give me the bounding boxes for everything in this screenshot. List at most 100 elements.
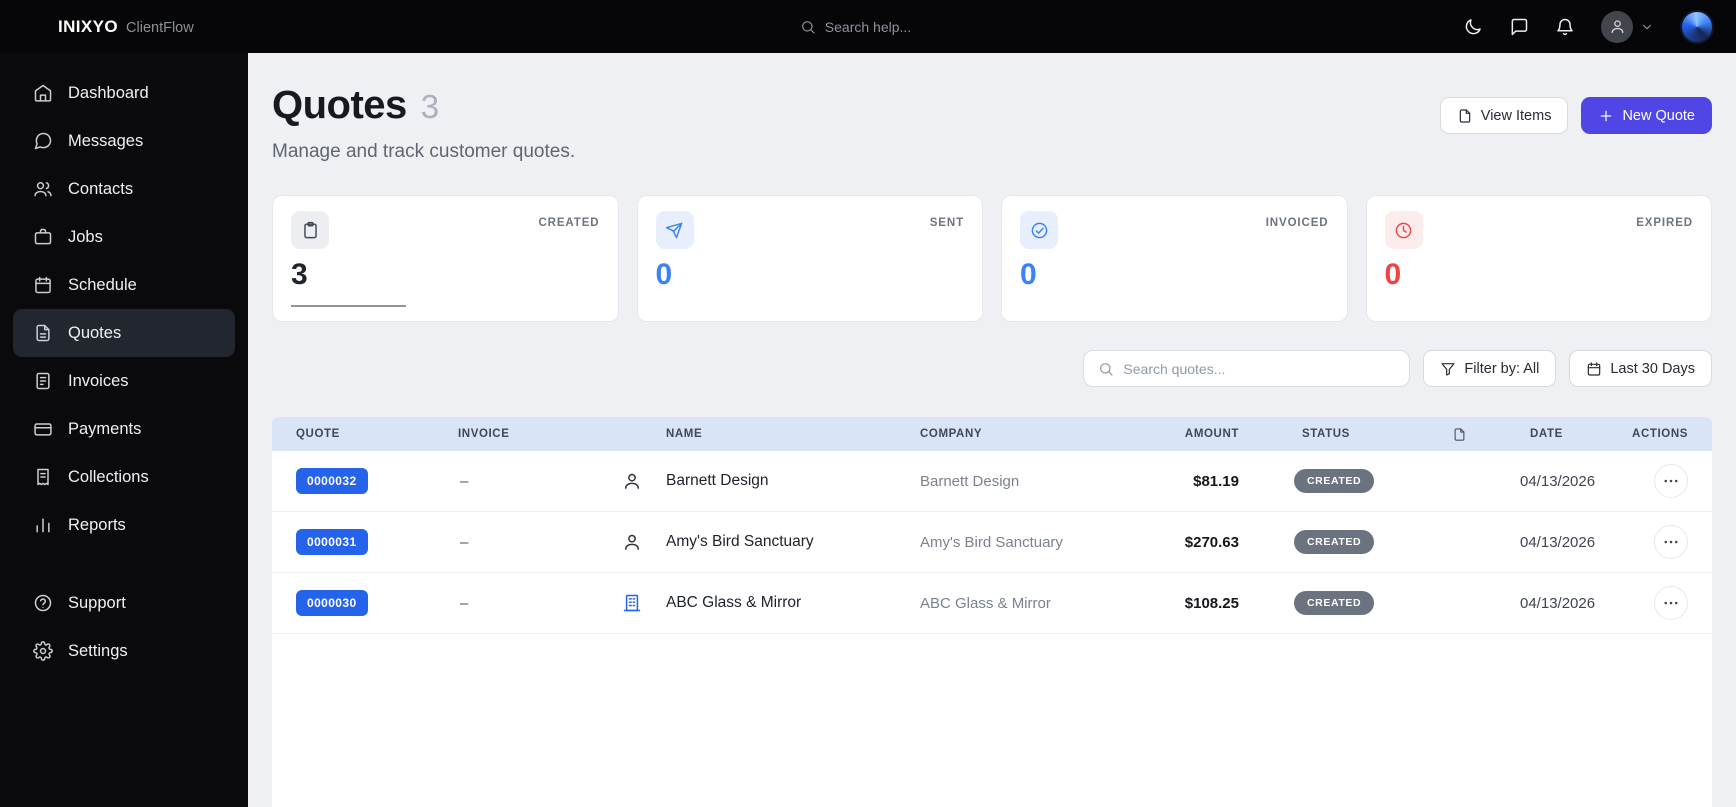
quote-date: 04/13/2026 bbox=[1520, 533, 1596, 551]
row-actions-button[interactable] bbox=[1654, 525, 1688, 559]
col-header-company[interactable]: COMPANY bbox=[914, 428, 1134, 440]
help-search[interactable]: Search help... bbox=[248, 19, 1463, 35]
home-icon bbox=[33, 83, 53, 103]
file-icon bbox=[1457, 108, 1473, 124]
filter-by-label: Filter by: All bbox=[1464, 360, 1540, 377]
quote-number-badge[interactable]: 0000031 bbox=[296, 529, 368, 555]
table-row[interactable]: 0000032 – Barnett Design Barnett Design … bbox=[272, 451, 1712, 512]
quotes-table: QUOTE INVOICE NAME COMPANY AMOUNT STATUS… bbox=[272, 417, 1712, 807]
document-icon bbox=[33, 323, 53, 343]
col-header-name[interactable]: NAME bbox=[660, 428, 914, 440]
sidebar-item-jobs[interactable]: Jobs bbox=[13, 213, 235, 261]
filter-bar: Filter by: All Last 30 Days bbox=[272, 350, 1712, 387]
invoice-cell: – bbox=[460, 533, 469, 551]
stat-card-sent[interactable]: SENT 0 bbox=[636, 195, 983, 322]
page-title-text: Quotes bbox=[272, 83, 407, 127]
date-range-label: Last 30 Days bbox=[1610, 360, 1695, 377]
filter-by-button[interactable]: Filter by: All bbox=[1423, 350, 1557, 387]
sidebar-item-label: Jobs bbox=[68, 227, 103, 246]
chat-bubble-icon bbox=[33, 131, 53, 151]
sidebar-item-label: Invoices bbox=[68, 371, 129, 390]
calendar-icon bbox=[33, 275, 53, 295]
date-range-button[interactable]: Last 30 Days bbox=[1569, 350, 1712, 387]
stat-label: CREATED bbox=[538, 217, 600, 229]
sidebar-item-payments[interactable]: Payments bbox=[13, 405, 235, 453]
page-actions: View Items New Quote bbox=[1439, 97, 1712, 134]
sidebar-item-label: Dashboard bbox=[68, 83, 149, 102]
table-header-row: QUOTE INVOICE NAME COMPANY AMOUNT STATUS… bbox=[272, 417, 1712, 451]
row-actions-button[interactable] bbox=[1654, 586, 1688, 620]
send-icon bbox=[655, 211, 694, 249]
table-row[interactable]: 0000031 – Amy's Bird Sanctuary Amy's Bir… bbox=[272, 512, 1712, 573]
customer-person-icon bbox=[592, 471, 660, 491]
messages-icon[interactable] bbox=[1509, 17, 1529, 37]
quotes-search-input[interactable] bbox=[1123, 360, 1396, 377]
table-empty-area bbox=[272, 634, 1712, 807]
dark-mode-toggle-icon[interactable] bbox=[1463, 17, 1483, 37]
col-header-quote[interactable]: QUOTE bbox=[272, 428, 434, 440]
sidebar-item-label: Quotes bbox=[68, 323, 122, 342]
customer-name[interactable]: Barnett Design bbox=[660, 472, 914, 490]
brand-name: INIXYO bbox=[58, 16, 119, 36]
customer-name[interactable]: ABC Glass & Mirror bbox=[660, 594, 914, 612]
quote-amount: $81.19 bbox=[1193, 472, 1239, 490]
col-header-actions: ACTIONS bbox=[1632, 428, 1688, 440]
plus-icon bbox=[1598, 108, 1614, 124]
sidebar-item-label: Collections bbox=[68, 467, 149, 486]
row-actions-button[interactable] bbox=[1654, 464, 1688, 498]
sidebar-item-label: Support bbox=[68, 593, 126, 612]
view-items-button[interactable]: View Items bbox=[1439, 97, 1569, 134]
new-quote-button[interactable]: New Quote bbox=[1581, 97, 1712, 134]
notifications-bell-icon[interactable] bbox=[1555, 17, 1575, 37]
document-column-icon bbox=[1444, 427, 1504, 442]
quote-date: 04/13/2026 bbox=[1520, 594, 1596, 612]
stat-underline bbox=[291, 305, 406, 307]
sidebar-item-quotes[interactable]: Quotes bbox=[13, 309, 235, 357]
invoice-icon bbox=[33, 371, 53, 391]
search-icon bbox=[1098, 361, 1114, 377]
stat-value-created: 3 bbox=[291, 258, 308, 291]
stat-label: SENT bbox=[929, 217, 964, 229]
gear-icon bbox=[33, 641, 53, 661]
sidebar-item-messages[interactable]: Messages bbox=[13, 117, 235, 165]
quote-number-badge[interactable]: 0000030 bbox=[296, 590, 368, 616]
sidebar-item-support[interactable]: Support bbox=[13, 579, 235, 627]
sidebar-item-label: Settings bbox=[68, 641, 128, 660]
sidebar-item-reports[interactable]: Reports bbox=[13, 501, 235, 549]
stat-value-expired: 0 bbox=[1384, 258, 1402, 291]
quotes-search[interactable] bbox=[1083, 350, 1411, 387]
users-icon bbox=[33, 179, 53, 199]
stat-card-created[interactable]: CREATED 3 bbox=[272, 195, 619, 322]
stat-card-expired[interactable]: EXPIRED 0 bbox=[1365, 195, 1712, 322]
help-circle-icon bbox=[33, 593, 53, 613]
page-header: Quotes 3 Manage and track customer quote… bbox=[272, 83, 1712, 163]
help-search-placeholder: Search help... bbox=[824, 18, 912, 35]
view-items-label: View Items bbox=[1480, 107, 1552, 124]
stat-card-invoiced[interactable]: INVOICED 0 bbox=[1001, 195, 1348, 322]
customer-building-icon bbox=[592, 593, 660, 613]
user-menu[interactable] bbox=[1601, 10, 1654, 43]
main-content: Quotes 3 Manage and track customer quote… bbox=[248, 53, 1736, 807]
sidebar-item-dashboard[interactable]: Dashboard bbox=[13, 69, 235, 117]
col-header-invoice[interactable]: INVOICE bbox=[434, 428, 592, 440]
sidebar-item-collections[interactable]: Collections bbox=[13, 453, 235, 501]
topbar-actions bbox=[1463, 9, 1736, 44]
col-header-amount[interactable]: AMOUNT bbox=[1134, 428, 1264, 440]
stat-value-sent: 0 bbox=[655, 258, 673, 291]
user-avatar bbox=[1601, 10, 1633, 43]
customer-name[interactable]: Amy's Bird Sanctuary bbox=[660, 533, 914, 551]
sidebar-item-label: Contacts bbox=[68, 179, 134, 198]
brand[interactable]: INIXYO ClientFlow bbox=[0, 17, 248, 37]
new-quote-label: New Quote bbox=[1622, 107, 1695, 124]
sidebar-item-contacts[interactable]: Contacts bbox=[13, 165, 235, 213]
workspace-avatar[interactable] bbox=[1680, 9, 1714, 44]
col-header-status[interactable]: STATUS bbox=[1264, 428, 1444, 440]
sidebar-item-settings[interactable]: Settings bbox=[13, 627, 235, 675]
col-header-date[interactable]: DATE bbox=[1504, 428, 1624, 440]
sidebar-item-invoices[interactable]: Invoices bbox=[13, 357, 235, 405]
clock-icon bbox=[1384, 211, 1423, 249]
quote-number-badge[interactable]: 0000032 bbox=[296, 468, 368, 494]
sidebar-item-schedule[interactable]: Schedule bbox=[13, 261, 235, 309]
table-row[interactable]: 0000030 – ABC Glass & Mirror ABC Glass &… bbox=[272, 573, 1712, 634]
sidebar-item-label: Payments bbox=[68, 419, 142, 438]
